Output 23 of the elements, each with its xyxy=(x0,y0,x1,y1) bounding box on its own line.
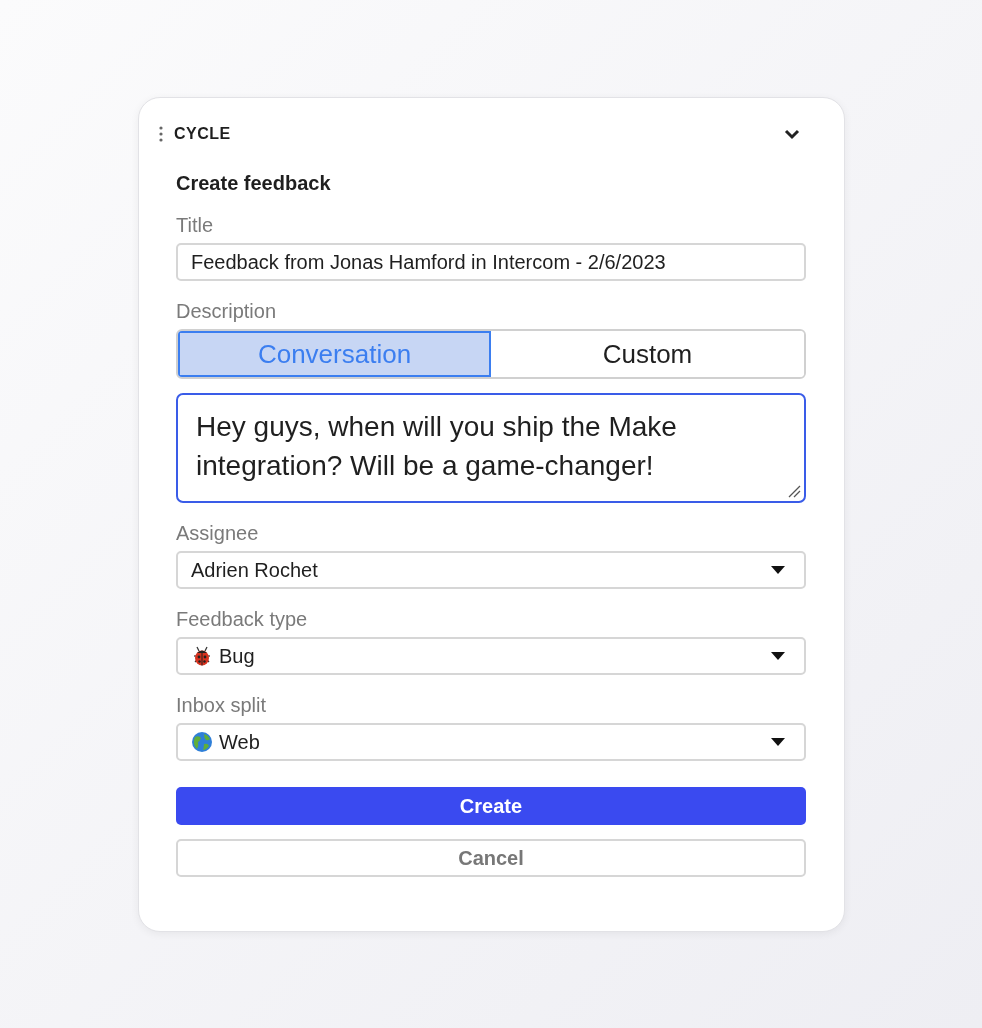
globe-icon xyxy=(191,731,213,753)
cancel-button[interactable]: Cancel xyxy=(176,839,806,877)
field-label: Title xyxy=(176,213,215,237)
description-field[interactable]: Hey guys, when will you ship the Make integration? Will be a game-changer! xyxy=(176,393,806,503)
field-label: Assignee xyxy=(176,521,260,545)
drag-handle-icon[interactable] xyxy=(159,126,163,142)
field-label: Description xyxy=(176,299,278,323)
field-label: Feedback type xyxy=(176,607,309,631)
field-label: Inbox split xyxy=(176,693,268,717)
caret-icon xyxy=(771,738,785,746)
form-heading: Create feedback xyxy=(176,172,332,195)
ladybug-icon xyxy=(191,645,213,667)
caret-icon xyxy=(771,652,785,660)
dropdown[interactable]: Bug xyxy=(176,637,806,675)
resize-handle-icon[interactable] xyxy=(787,484,801,498)
title-field[interactable]: Feedback from Jonas Hamford in Intercom - 2/6/2023 xyxy=(176,243,806,281)
create-button[interactable]: Create xyxy=(176,787,806,825)
description-text: Hey guys, when will you ship the Make integration? Will be a game-changer! xyxy=(196,411,677,481)
dropdown[interactable]: Adrien Rochet xyxy=(176,551,806,589)
chevron-icon[interactable] xyxy=(784,128,800,140)
caret-icon xyxy=(771,566,785,574)
app-title: CYCLE xyxy=(174,125,232,143)
dropdown[interactable]: Web xyxy=(176,723,806,761)
